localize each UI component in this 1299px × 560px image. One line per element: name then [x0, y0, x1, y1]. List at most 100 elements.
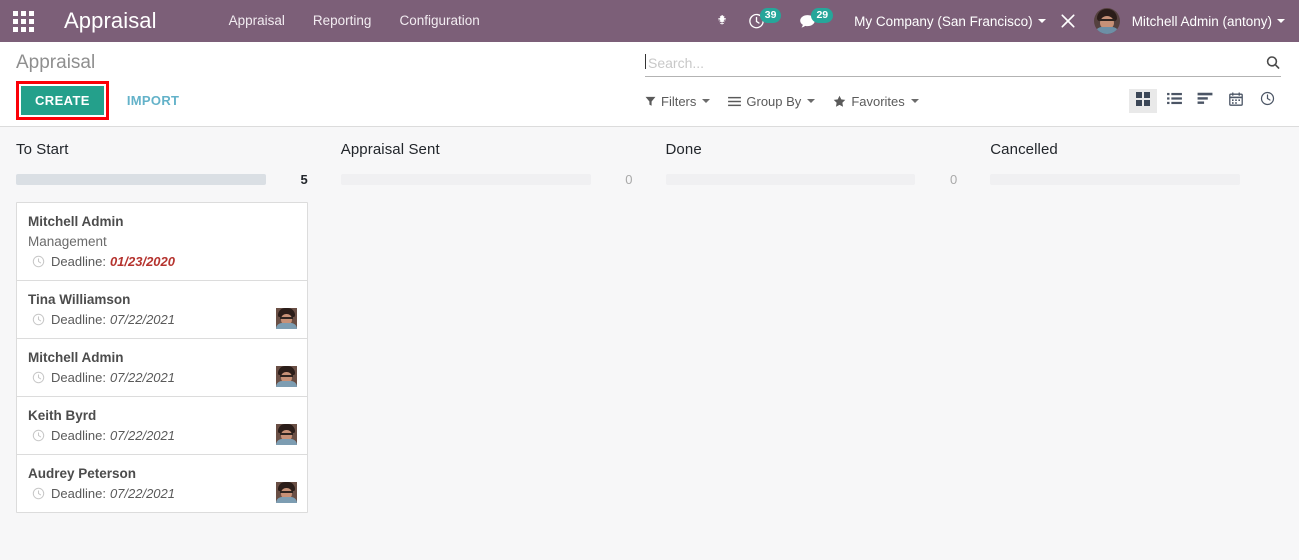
filters-label: Filters	[661, 93, 697, 109]
groupby-dropdown[interactable]: Group By	[728, 93, 816, 109]
view-button-activity[interactable]	[1253, 89, 1281, 113]
kanban-column-count: 5	[300, 171, 308, 187]
card-deadline-date: 07/22/2021	[109, 312, 176, 327]
chevron-down-icon	[702, 99, 711, 103]
favorites-label: Favorites	[851, 93, 905, 109]
kanban-card[interactable]: Keith Byrd Deadline: 07/22/2021	[17, 397, 307, 455]
activity-clock-view-icon	[1260, 91, 1275, 111]
card-employee-name: Audrey Peterson	[28, 466, 137, 481]
activity-menu-button[interactable]: 39	[739, 0, 791, 42]
progress-bar[interactable]	[16, 173, 266, 185]
view-button-calendar[interactable]	[1222, 89, 1250, 113]
chevron-down-icon	[1037, 18, 1046, 23]
bug-report-button[interactable]	[706, 0, 739, 42]
filters-dropdown[interactable]: Filters	[645, 93, 711, 109]
card-deadline-date: 07/22/2021	[109, 486, 176, 501]
card-employee-name: Tina Williamson	[28, 292, 131, 307]
crossed-tools-debug-icon	[1059, 12, 1077, 30]
groupby-label: Group By	[746, 93, 802, 109]
kanban-card[interactable]: Tina Williamson Deadline: 07/22/2021	[17, 281, 307, 339]
clock-icon	[32, 255, 45, 268]
kanban-column-title[interactable]: Done	[666, 141, 958, 158]
card-avatar	[275, 424, 297, 445]
view-button-pivot[interactable]	[1191, 89, 1219, 113]
card-deadline: Deadline: 07/22/2021	[28, 426, 296, 445]
import-button[interactable]: IMPORT	[127, 93, 179, 108]
favorites-dropdown[interactable]: Favorites	[833, 93, 919, 109]
kanban-card-list: Mitchell Admin Management Deadline: 01/2…	[16, 202, 308, 513]
menu-item-configuration[interactable]: Configuration	[385, 0, 493, 42]
search-bar	[645, 50, 1281, 77]
clock-icon	[32, 313, 45, 326]
kanban-column-to-start: To Start 5 Mitchell Admin Management Dea…	[0, 127, 325, 560]
kanban-card[interactable]: Mitchell Admin Management Deadline: 01/2…	[17, 203, 307, 281]
kanban-column-count: 0	[950, 171, 958, 187]
clock-icon	[32, 429, 45, 442]
breadcrumb[interactable]: Appraisal	[16, 50, 645, 76]
kanban-column-progress	[990, 172, 1282, 186]
card-employee-name: Mitchell Admin	[28, 350, 124, 365]
card-avatar	[275, 308, 297, 329]
chevron-down-icon	[807, 99, 816, 103]
kanban-card[interactable]: Mitchell Admin Deadline: 07/22/2021	[17, 339, 307, 397]
create-button-highlight: CREATE	[16, 81, 109, 120]
action-buttons: CREATE IMPORT	[16, 81, 645, 120]
messaging-count-badge: 29	[811, 7, 834, 23]
pivot-view-icon	[1197, 92, 1213, 110]
chevron-down-icon	[910, 99, 919, 103]
search-icon[interactable]	[1259, 55, 1281, 71]
kanban-card[interactable]: Audrey Peterson Deadline: 07/22/2021	[17, 455, 307, 512]
menu-item-reporting[interactable]: Reporting	[299, 0, 386, 42]
card-deadline-date: 01/23/2020	[109, 254, 176, 269]
apps-menu-toggle[interactable]	[0, 0, 46, 42]
clock-icon	[32, 487, 45, 500]
kanban-column-done: Done 0	[650, 127, 975, 560]
card-deadline-date: 07/22/2021	[109, 428, 176, 443]
kanban-view-icon	[1136, 91, 1150, 111]
card-deadline: Deadline: 07/22/2021	[28, 484, 296, 503]
calendar-view-icon	[1229, 91, 1243, 111]
bars-icon	[728, 96, 742, 107]
company-switcher[interactable]: My Company (San Francisco)	[842, 14, 1050, 29]
progress-bar[interactable]	[990, 173, 1240, 185]
kanban-column-title[interactable]: To Start	[16, 141, 308, 158]
list-view-icon	[1166, 92, 1182, 110]
menu-item-appraisal[interactable]: Appraisal	[215, 0, 299, 42]
activity-count-badge: 39	[759, 7, 782, 23]
card-avatar	[275, 366, 297, 387]
navbar-right-tools: 39 29 My Company (San Francisco) Mitchel…	[706, 0, 1299, 42]
card-deadline: Deadline: 07/22/2021	[28, 310, 296, 329]
apps-grid-icon	[12, 10, 34, 32]
kanban-column-cancelled: Cancelled	[974, 127, 1299, 560]
kanban-column-title[interactable]: Appraisal Sent	[341, 141, 633, 158]
kanban-column-appraisal-sent: Appraisal Sent 0	[325, 127, 650, 560]
view-button-kanban[interactable]	[1129, 89, 1157, 113]
progress-bar[interactable]	[665, 173, 916, 185]
card-deadline-label: Deadline:	[51, 254, 106, 269]
messaging-menu-button[interactable]: 29	[790, 0, 842, 42]
company-name: My Company (San Francisco)	[854, 13, 1033, 29]
clock-icon	[32, 371, 45, 384]
search-input[interactable]	[645, 55, 1259, 71]
user-menu[interactable]: Mitchell Admin (antony)	[1086, 8, 1289, 34]
app-brand-title[interactable]: Appraisal	[46, 8, 163, 34]
chevron-down-icon	[1277, 18, 1285, 23]
top-navbar: Appraisal Appraisal Reporting Configurat…	[0, 0, 1299, 42]
view-switcher	[1126, 89, 1281, 113]
bug-icon	[715, 14, 730, 29]
kanban-column-count: 0	[625, 171, 633, 187]
card-deadline: Deadline: 01/23/2020	[28, 252, 296, 271]
user-name: Mitchell Admin (antony)	[1120, 14, 1289, 29]
card-deadline-label: Deadline:	[51, 370, 106, 385]
card-avatar	[275, 482, 297, 503]
developer-tools-button[interactable]	[1050, 0, 1086, 42]
filter-row: Filters Group By Favorites	[645, 89, 1281, 113]
view-button-list[interactable]	[1160, 89, 1188, 113]
kanban-column-title[interactable]: Cancelled	[990, 141, 1282, 158]
progress-bar[interactable]	[340, 173, 591, 185]
card-deadline-date: 07/22/2021	[109, 370, 176, 385]
avatar	[1093, 8, 1120, 34]
card-employee-name: Mitchell Admin	[28, 214, 124, 229]
kanban-column-progress: 5	[16, 171, 308, 187]
create-button[interactable]: CREATE	[21, 86, 104, 115]
